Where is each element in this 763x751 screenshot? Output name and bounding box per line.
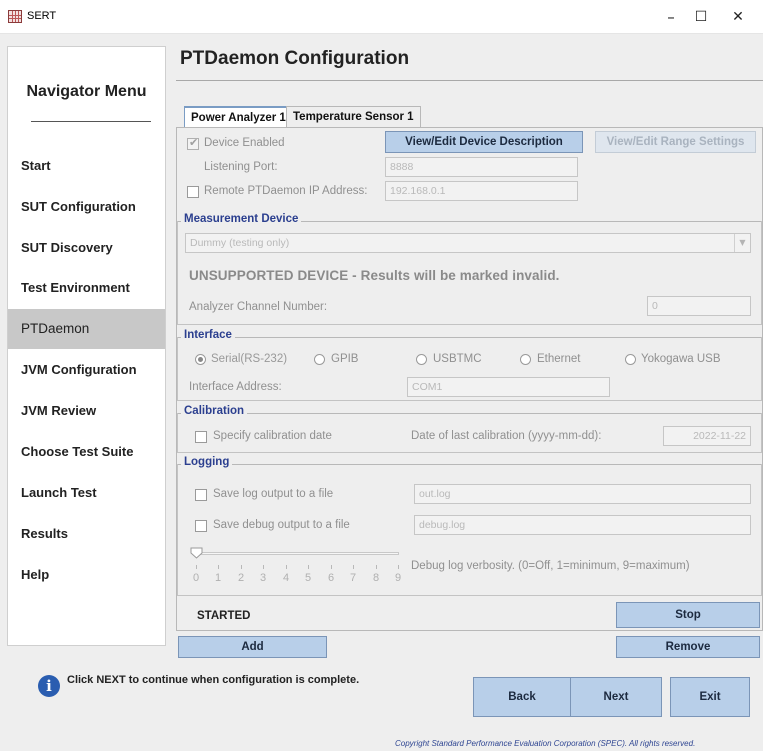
slider-track[interactable] xyxy=(195,552,399,555)
info-text: Click NEXT to continue when configuratio… xyxy=(67,674,360,686)
slider-tick xyxy=(286,565,287,569)
slider-tick-label: 6 xyxy=(327,572,335,584)
remote-ip-label: Remote PTDaemon IP Address: xyxy=(204,185,368,197)
nav-item-jvm-configuration[interactable]: JVM Configuration xyxy=(8,350,165,390)
slider-tick-label: 9 xyxy=(394,572,402,584)
nav-item-sut-configuration[interactable]: SUT Configuration xyxy=(8,187,165,227)
last-calibration-label: Date of last calibration (yyyy-mm-dd): xyxy=(411,430,602,442)
nav-item-start[interactable]: Start xyxy=(8,146,165,186)
slider-tick-label: 7 xyxy=(349,572,357,584)
nav-item-results[interactable]: Results xyxy=(8,514,165,554)
slider-tick xyxy=(241,565,242,569)
listening-port-field[interactable]: 8888 xyxy=(385,157,578,177)
log-file-field[interactable]: out.log xyxy=(414,484,751,504)
measurement-device-value: Dummy (testing only) xyxy=(190,237,290,249)
save-log-checkbox[interactable] xyxy=(195,489,207,501)
save-debug-label: Save debug output to a file xyxy=(213,519,350,531)
ethernet-radio-label: Ethernet xyxy=(537,353,581,365)
slider-tick xyxy=(218,565,219,569)
slider-tick-label: 5 xyxy=(304,572,312,584)
last-calibration-field[interactable]: 2022-11-22 xyxy=(663,426,751,446)
close-icon[interactable]: ✕ xyxy=(723,6,753,28)
slider-tick-label: 2 xyxy=(237,572,245,584)
serial-radio-label: Serial(RS-232) xyxy=(211,353,288,365)
serial-radio[interactable] xyxy=(195,354,206,365)
save-log-label: Save log output to a file xyxy=(213,488,334,500)
slider-tick-label: 0 xyxy=(192,572,200,584)
analyzer-channel-field[interactable]: 0 xyxy=(647,296,751,316)
info-icon: i xyxy=(38,675,60,697)
tab-temperature-sensor-1[interactable]: Temperature Sensor 1 xyxy=(286,106,421,128)
nav-item-test-environment[interactable]: Test Environment xyxy=(8,268,165,308)
copyright-text: Copyright Standard Performance Evaluatio… xyxy=(395,739,696,748)
page-title: PTDaemon Configuration xyxy=(180,48,410,69)
nav-item-launch-test[interactable]: Launch Test xyxy=(8,473,165,513)
view-edit-device-description-button[interactable]: View/Edit Device Description xyxy=(385,131,583,153)
slider-tick-label: 1 xyxy=(214,572,222,584)
slider-tick-label: 3 xyxy=(259,572,267,584)
nav-item-help[interactable]: Help xyxy=(8,555,165,595)
window-client: Navigator Menu Start SUT Configuration S… xyxy=(0,34,763,751)
usbtmc-radio[interactable] xyxy=(416,354,427,365)
window-title: SERT xyxy=(27,10,57,22)
navigator-divider xyxy=(31,121,151,122)
remote-ip-field[interactable]: 192.168.0.1 xyxy=(385,181,578,201)
slider-tick xyxy=(308,565,309,569)
analyzer-channel-label: Analyzer Channel Number: xyxy=(189,301,328,313)
view-edit-range-settings-button[interactable]: View/Edit Range Settings xyxy=(595,131,756,153)
app-icon xyxy=(8,10,22,23)
nav-item-jvm-review[interactable]: JVM Review xyxy=(8,391,165,431)
remove-button[interactable]: Remove xyxy=(616,636,760,658)
title-divider xyxy=(176,80,763,81)
listening-port-label: Listening Port: xyxy=(204,161,278,173)
measurement-device-select[interactable]: Dummy (testing only) ▼ xyxy=(185,233,751,253)
navigator-title: Navigator Menu xyxy=(26,83,147,100)
remote-ip-checkbox[interactable] xyxy=(187,186,199,198)
nav-item-sut-discovery[interactable]: SUT Discovery xyxy=(8,228,165,268)
nav-item-ptdaemon[interactable]: PTDaemon xyxy=(8,309,165,349)
yokogawa-usb-radio[interactable] xyxy=(625,354,636,365)
slider-tick xyxy=(196,565,197,569)
specify-calibration-checkbox[interactable] xyxy=(195,431,207,443)
gpib-radio[interactable] xyxy=(314,354,325,365)
interface-address-field[interactable]: COM1 xyxy=(407,377,610,397)
debug-file-field[interactable]: debug.log xyxy=(414,515,751,535)
nav-item-choose-test-suite[interactable]: Choose Test Suite xyxy=(8,432,165,472)
add-button[interactable]: Add xyxy=(178,636,327,658)
minimize-icon[interactable]: – xyxy=(656,6,686,28)
slider-tick xyxy=(376,565,377,569)
power-analyzer-panel: Device Enabled View/Edit Device Descript… xyxy=(176,127,763,631)
slider-tick xyxy=(398,565,399,569)
unsupported-device-warning: UNSUPPORTED DEVICE - Results will be mar… xyxy=(189,268,560,283)
slider-tick-label: 8 xyxy=(372,572,380,584)
save-debug-checkbox[interactable] xyxy=(195,520,207,532)
back-button[interactable]: Back xyxy=(473,677,571,717)
slider-tick xyxy=(331,565,332,569)
ethernet-radio[interactable] xyxy=(520,354,531,365)
window-titlebar: SERT – ☐ ✕ xyxy=(0,0,763,34)
device-enabled-label: Device Enabled xyxy=(204,137,285,149)
chevron-down-icon[interactable]: ▼ xyxy=(734,234,750,252)
usbtmc-radio-label: USBTMC xyxy=(433,353,482,365)
status-text: STARTED xyxy=(197,610,251,622)
navigator-panel: Navigator Menu Start SUT Configuration S… xyxy=(7,46,166,646)
yokogawa-usb-radio-label: Yokogawa USB xyxy=(641,353,721,365)
stop-button[interactable]: Stop xyxy=(616,602,760,628)
gpib-radio-label: GPIB xyxy=(331,353,359,365)
slider-tick-label: 4 xyxy=(282,572,290,584)
next-button[interactable]: Next xyxy=(570,677,662,717)
device-enabled-checkbox[interactable] xyxy=(187,136,199,150)
exit-button[interactable]: Exit xyxy=(670,677,750,717)
maximize-icon[interactable]: ☐ xyxy=(686,6,716,28)
interface-address-label: Interface Address: xyxy=(189,381,282,393)
specify-calibration-label: Specify calibration date xyxy=(213,430,332,442)
verbosity-label: Debug log verbosity. (0=Off, 1=minimum, … xyxy=(411,560,690,572)
tab-power-analyzer-1[interactable]: Power Analyzer 1 xyxy=(184,106,293,129)
slider-tick xyxy=(353,565,354,569)
slider-thumb[interactable] xyxy=(190,547,203,559)
slider-tick xyxy=(263,565,264,569)
